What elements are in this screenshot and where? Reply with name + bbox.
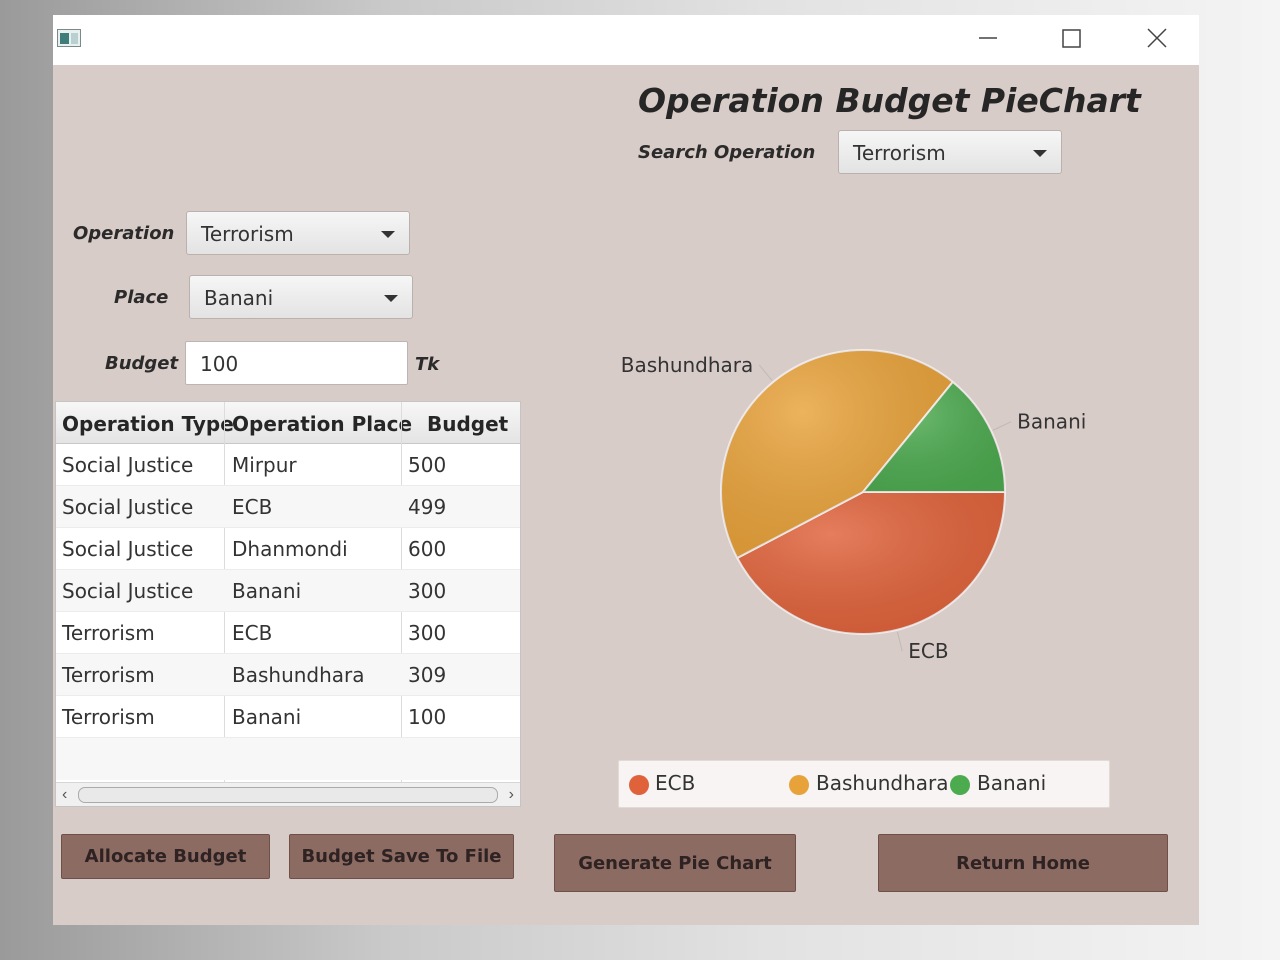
table-header: Operation Type Operation Place Budget [56,402,520,444]
legend-label-banani: Banani [977,771,1047,795]
close-icon[interactable] [1142,25,1172,55]
place-selected-value: Banani [204,286,274,310]
table-row[interactable]: Social Justice Banani 300 [56,570,520,612]
cell-operation-place: Banani [232,705,302,729]
table-row-empty [56,738,520,780]
cell-operation-place: ECB [232,495,273,519]
cell-budget: 499 [408,495,447,519]
generate-pie-chart-button[interactable]: Generate Pie Chart [554,834,796,892]
cell-budget: 300 [408,621,447,645]
cell-operation-type: Terrorism [62,705,155,729]
column-header-operation-place[interactable]: Operation Place [232,412,412,436]
cell-budget: 500 [408,453,447,477]
app-window: Operation Terrorism Place Banani Budget … [53,15,1199,925]
scroll-right-icon[interactable]: › [509,786,514,804]
chart-panel-title: Operation Budget PieChart [638,81,1141,120]
cell-operation-type: Social Justice [62,579,194,603]
chevron-down-icon [1033,150,1047,157]
legend-swatch-bashundhara [789,775,809,795]
column-header-budget[interactable]: Budget [427,412,508,436]
cell-operation-place: ECB [232,621,273,645]
pie-label-ecb: ECB [908,639,948,663]
chevron-down-icon [384,295,398,302]
chevron-down-icon [381,231,395,238]
chart-legend: ECB Bashundhara Banani [618,760,1110,808]
pie-chart: ECB Bashundhara Banani [621,349,1086,663]
pie-label-leader-line [758,364,773,381]
cell-operation-type: Terrorism [62,621,155,645]
operation-combobox[interactable]: Terrorism [186,211,410,255]
place-label: Place [114,287,169,308]
budget-save-to-file-button[interactable]: Budget Save To File [289,834,514,879]
pie-label-bashundhara: Bashundhara [621,353,754,377]
minimize-icon[interactable] [973,25,1003,55]
scrollbar-thumb[interactable] [78,787,498,803]
cell-budget: 600 [408,537,447,561]
operation-selected-value: Terrorism [201,222,294,246]
budget-label: Budget [105,353,179,374]
operation-label: Operation [73,223,175,244]
cell-budget: 309 [408,663,447,687]
legend-label-ecb: ECB [655,771,696,795]
cell-operation-place: Mirpur [232,453,297,477]
app-icon [57,29,81,47]
table-row[interactable]: Social Justice Mirpur 500 [56,444,520,486]
cell-operation-place: Banani [232,579,302,603]
pie-label-banani: Banani [1017,410,1086,434]
allocate-budget-button[interactable]: Allocate Budget [61,834,270,879]
scroll-left-icon[interactable]: ‹ [62,786,67,804]
budget-unit-label: Tk [415,354,440,375]
budget-input[interactable]: 100 [185,341,408,385]
search-operation-selected-value: Terrorism [853,141,946,165]
legend-label-bashundhara: Bashundhara [816,771,949,795]
cell-operation-type: Social Justice [62,495,194,519]
cell-operation-place: Bashundhara [232,663,365,687]
cell-operation-type: Terrorism [62,663,155,687]
table-row[interactable]: Terrorism Bashundhara 309 [56,654,520,696]
column-header-operation-type[interactable]: Operation Type [62,412,234,436]
budget-table[interactable]: Operation Type Operation Place Budget So… [55,401,521,807]
legend-swatch-ecb [629,775,649,795]
horizontal-scrollbar[interactable]: ‹ › [56,782,520,806]
legend-swatch-banani [950,775,970,795]
pie-label-leader-line [992,421,1012,431]
table-row[interactable]: Terrorism Banani 100 [56,696,520,738]
pie-label-leader-line [896,631,903,652]
table-row[interactable]: Terrorism ECB 300 [56,612,520,654]
budget-input-value: 100 [200,352,239,376]
return-home-button[interactable]: Return Home [878,834,1168,892]
place-combobox[interactable]: Banani [189,275,413,319]
cell-budget: 100 [408,705,447,729]
cell-operation-type: Social Justice [62,453,194,477]
cell-budget: 300 [408,579,447,603]
title-bar [53,15,1199,65]
search-operation-label: Search Operation [638,142,816,163]
cell-operation-place: Dhanmondi [232,537,348,561]
table-row[interactable]: Social Justice ECB 499 [56,486,520,528]
cell-operation-type: Social Justice [62,537,194,561]
search-operation-combobox[interactable]: Terrorism [838,130,1062,174]
table-row[interactable]: Social Justice Dhanmondi 600 [56,528,520,570]
maximize-icon[interactable] [1057,25,1087,55]
